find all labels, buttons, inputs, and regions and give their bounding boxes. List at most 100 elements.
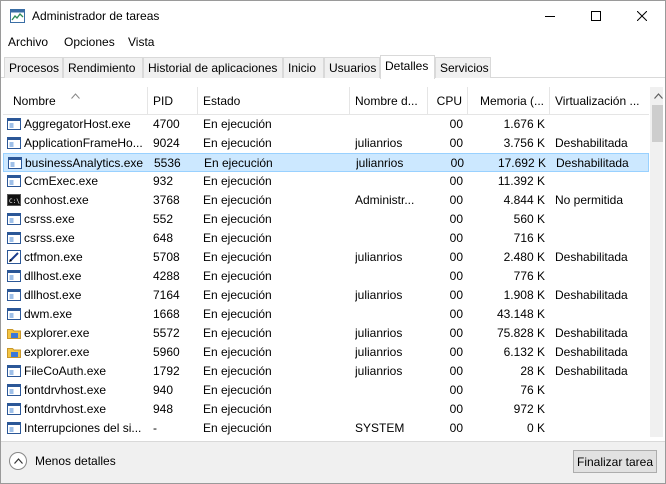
cell-status: En ejecución	[203, 269, 272, 283]
table-row[interactable]: AggregatorHost.exe 4700 En ejecución 00 1.67…	[3, 115, 649, 134]
cell-name: ApplicationFrameHo...	[24, 136, 143, 150]
end-task-button[interactable]: Finalizar tarea	[573, 450, 657, 473]
cell-cpu: 00	[449, 136, 463, 150]
tab-usuarios[interactable]: Usuarios	[324, 57, 380, 78]
process-table: Nombre PID Estado Nombre d... CPU Memori…	[3, 87, 663, 437]
task-manager-window: Administrador de tareas Archivo Opciones…	[0, 0, 666, 484]
table-row[interactable]: dllhost.exe 4288 En ejecución 00 776 K	[3, 267, 649, 286]
column-header-nombre[interactable]: Nombre	[3, 87, 148, 115]
cell-memory: 17.692 K	[497, 156, 546, 170]
column-header-memoria[interactable]: Memoria (...	[468, 87, 550, 115]
tab-inicio[interactable]: Inicio	[283, 57, 324, 78]
cell-name: conhost.exe	[24, 193, 89, 207]
window-icon	[7, 231, 21, 245]
cell-memory: 28 K	[520, 364, 545, 378]
maximize-button[interactable]	[573, 1, 619, 31]
window-icon	[7, 364, 21, 378]
cell-cpu: 00	[449, 421, 463, 435]
vertical-scrollbar[interactable]	[650, 87, 663, 437]
cell-user: julianrios	[356, 156, 404, 170]
window-icon	[7, 402, 21, 416]
table-row[interactable]: ctfmon.exe 5708 En ejecución julianrios 00 2.…	[3, 248, 649, 267]
table-row[interactable]: ApplicationFrameHo... 9024 En ejecución jul…	[3, 134, 649, 153]
cell-status: En ejecución	[203, 288, 272, 302]
cell-name: businessAnalytics.exe	[25, 156, 144, 170]
menu-opciones[interactable]: Opciones	[64, 35, 115, 49]
cell-pid: 648	[153, 231, 174, 245]
cell-pid: 932	[153, 174, 174, 188]
tab-servicios[interactable]: Servicios	[435, 57, 491, 78]
close-button[interactable]	[619, 1, 665, 31]
close-icon	[637, 11, 647, 21]
menu-archivo[interactable]: Archivo	[8, 35, 48, 49]
table-row[interactable]: C:\ conhost.exe 3768 En ejecución Administr.…	[3, 191, 649, 210]
cell-virtualization: No permitida	[555, 193, 624, 207]
cell-name: csrss.exe	[24, 212, 75, 226]
cell-status: En ejecución	[203, 231, 272, 245]
scrollbar-thumb[interactable]	[652, 105, 663, 142]
cell-status: En ejecución	[203, 383, 272, 397]
cell-status: En ejecución	[203, 117, 272, 131]
menu-vista[interactable]: Vista	[128, 35, 154, 49]
window-icon	[7, 383, 21, 397]
table-row[interactable]: CcmExec.exe 932 En ejecución 00 11.392 K	[3, 172, 649, 191]
cell-name: dllhost.exe	[24, 269, 82, 283]
cell-cpu: 00	[449, 193, 463, 207]
cell-cpu: 00	[449, 212, 463, 226]
cell-cpu: 00	[449, 250, 463, 264]
cell-cpu: 00	[449, 231, 463, 245]
column-header-estado[interactable]: Estado	[198, 87, 350, 115]
column-header-virtualizacion[interactable]: Virtualización ...	[550, 87, 649, 115]
less-details-button[interactable]: Menos detalles	[9, 450, 116, 472]
scroll-up-icon[interactable]	[654, 93, 663, 99]
column-header-pid[interactable]: PID	[148, 87, 198, 115]
cell-status: En ejecución	[203, 364, 272, 378]
cell-user: Administr...	[355, 193, 415, 207]
cell-status: En ejecución	[203, 345, 272, 359]
table-row[interactable]: businessAnalytics.exe 5536 En ejecución jul…	[3, 153, 649, 172]
cell-cpu: 00	[449, 307, 463, 321]
folder-icon	[7, 345, 21, 359]
table-row[interactable]: FileCoAuth.exe 1792 En ejecución julianrios…	[3, 362, 649, 381]
table-row[interactable]: dllhost.exe 7164 En ejecución julianrios 00 1…	[3, 286, 649, 305]
window-icon	[7, 288, 21, 302]
footer-bar: Menos detalles Finalizar tarea	[1, 441, 665, 483]
table-row[interactable]: fontdrvhost.exe 948 En ejecución 00 972 K	[3, 400, 649, 419]
tab-historial[interactable]: Historial de aplicaciones	[143, 57, 283, 78]
folder-icon	[7, 326, 21, 340]
column-header-cpu[interactable]: CPU	[428, 87, 468, 115]
table-row[interactable]: explorer.exe 5572 En ejecución julianrios 00…	[3, 324, 649, 343]
cell-memory: 11.392 K	[497, 174, 545, 188]
window-icon	[7, 269, 21, 283]
cell-cpu: 00	[449, 288, 463, 302]
cell-pid: 4700	[153, 117, 180, 131]
table-row[interactable]: dwm.exe 1668 En ejecución 00 43.148 K	[3, 305, 649, 324]
cell-name: AggregatorHost.exe	[24, 117, 131, 131]
cell-memory: 972 K	[513, 402, 545, 416]
window-icon	[7, 307, 21, 321]
minimize-icon	[545, 16, 555, 17]
column-header-usuario[interactable]: Nombre d...	[350, 87, 428, 115]
cell-user: julianrios	[355, 288, 403, 302]
cell-memory: 1.908 K	[503, 288, 545, 302]
table-row[interactable]: explorer.exe 5960 En ejecución julianrios 00…	[3, 343, 649, 362]
minimize-button[interactable]	[527, 1, 573, 31]
cell-pid: 7164	[153, 288, 180, 302]
tab-detalles[interactable]: Detalles	[380, 55, 435, 79]
cell-user: julianrios	[355, 136, 403, 150]
cell-memory: 0 K	[526, 421, 545, 435]
cell-name: ctfmon.exe	[24, 250, 83, 264]
cell-cpu: 00	[449, 117, 463, 131]
tab-rendimiento[interactable]: Rendimiento	[63, 57, 143, 78]
cell-pid: 5572	[153, 326, 180, 340]
cell-pid: 9024	[153, 136, 180, 150]
cell-status: En ejecución	[203, 193, 272, 207]
table-row[interactable]: csrss.exe 648 En ejecución 00 716 K	[3, 229, 649, 248]
table-row[interactable]: fontdrvhost.exe 940 En ejecución 00 76 K	[3, 381, 649, 400]
cell-cpu: 00	[450, 156, 464, 170]
table-row[interactable]: Interrupciones del si... - En ejecución SYS…	[3, 419, 649, 437]
cell-name: dllhost.exe	[24, 288, 82, 302]
cell-pid: 3768	[153, 193, 180, 207]
table-row[interactable]: csrss.exe 552 En ejecución 00 560 K	[3, 210, 649, 229]
tab-procesos[interactable]: Procesos	[4, 57, 63, 78]
